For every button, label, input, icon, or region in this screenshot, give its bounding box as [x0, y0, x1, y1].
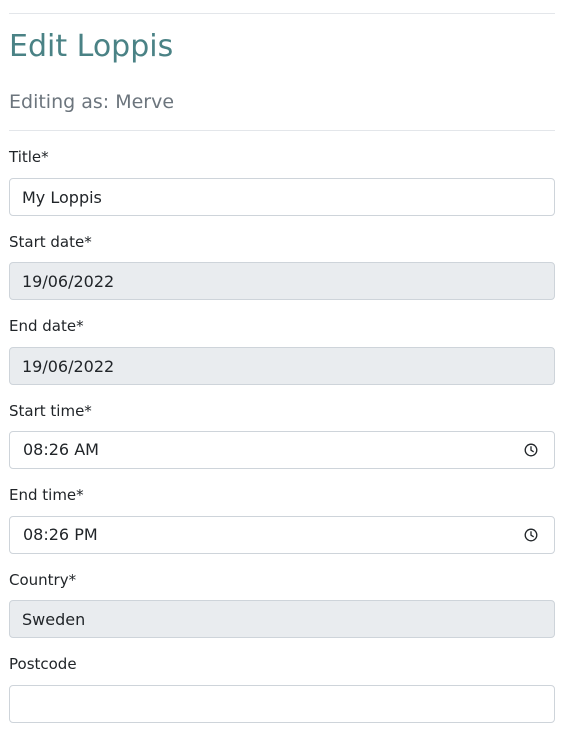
end-time-label: End time* [9, 486, 84, 504]
start-date-label: Start date* [9, 233, 92, 251]
start-time-value: 08:26 AM [23, 440, 99, 459]
clock-icon[interactable] [524, 528, 538, 542]
postcode-label: Postcode [9, 655, 77, 673]
edit-loppis-page: Edit Loppis Editing as: Merve Title* Sta… [0, 0, 573, 733]
title-input[interactable] [9, 178, 555, 216]
title-label: Title* [9, 148, 49, 166]
end-time-value: 08:26 PM [23, 525, 98, 544]
page-title: Edit Loppis [9, 29, 174, 64]
start-time-label: Start time* [9, 402, 92, 420]
start-time-input[interactable]: 08:26 AM [9, 431, 555, 469]
end-date-label: End date* [9, 317, 84, 335]
section-divider [9, 130, 555, 131]
postcode-input[interactable] [9, 685, 555, 723]
start-date-input[interactable] [9, 262, 555, 300]
top-divider [9, 13, 555, 14]
country-input[interactable] [9, 600, 555, 638]
end-date-input[interactable] [9, 347, 555, 385]
clock-icon[interactable] [524, 443, 538, 457]
editing-as-subtitle: Editing as: Merve [9, 91, 175, 113]
country-label: Country* [9, 571, 77, 589]
end-time-input[interactable]: 08:26 PM [9, 516, 555, 554]
